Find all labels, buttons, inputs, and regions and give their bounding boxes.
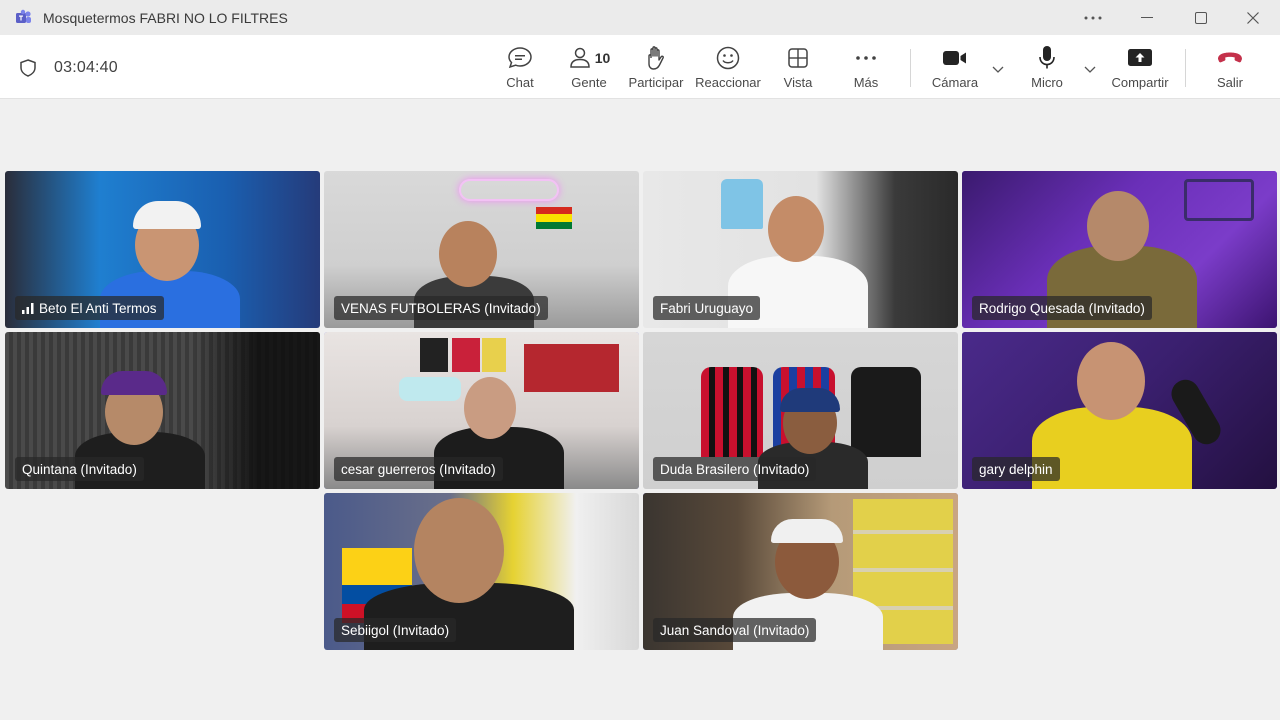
- participant-name-tag: Fabri Uruguayo: [653, 296, 761, 320]
- more-label: Más: [853, 75, 879, 90]
- participant-tile[interactable]: VENAS FUTBOLERAS (Invitado): [324, 171, 639, 328]
- participant-name-tag: gary delphin: [972, 457, 1060, 481]
- participant-tile[interactable]: Quintana (Invitado): [5, 332, 320, 489]
- participant-name-tag: cesar guerreros (Invitado): [334, 457, 503, 481]
- view-label: Vista: [783, 75, 813, 90]
- participant-tile[interactable]: Juan Sandoval (Invitado): [643, 493, 958, 650]
- framed-jersey: [452, 338, 480, 372]
- participant-tile[interactable]: Beto El Anti Termos: [5, 171, 320, 328]
- framed-jersey: [701, 367, 763, 457]
- meeting-toolbar: 03:04:40 Chat 10 Gente Participar Reacci…: [0, 35, 1280, 99]
- participant-tile[interactable]: Rodrigo Quesada (Invitado): [962, 171, 1277, 328]
- participant-name-tag: Duda Brasilero (Invitado): [653, 457, 817, 481]
- participant-name: VENAS FUTBOLERAS (Invitado): [341, 300, 541, 316]
- microphone-icon: [1039, 46, 1055, 69]
- speaking-indicator-icon: [22, 302, 34, 314]
- maximize-icon: [1195, 11, 1207, 24]
- more-options-button[interactable]: [1070, 0, 1116, 35]
- participant-tile[interactable]: Fabri Uruguayo: [643, 171, 958, 328]
- mic-button[interactable]: Micro: [1028, 45, 1066, 93]
- teams-logo-icon: [16, 9, 31, 23]
- raise-hand-button[interactable]: Participar: [626, 45, 686, 93]
- participant-name-tag: Sebiigol (Invitado): [334, 618, 457, 642]
- shield-icon: [20, 59, 36, 77]
- close-icon: [1247, 11, 1259, 24]
- participant-tile[interactable]: Sebiigol (Invitado): [324, 493, 639, 650]
- raise-hand-label: Participar: [628, 75, 684, 90]
- participant-name: Quintana (Invitado): [22, 461, 137, 477]
- video-camera-icon: [943, 51, 966, 65]
- ellipsis-icon: [1084, 16, 1102, 19]
- share-label: Compartir: [1111, 75, 1169, 90]
- framed-jersey: [420, 338, 448, 372]
- camera-label: Cámara: [931, 75, 979, 90]
- chat-label: Chat: [506, 75, 534, 90]
- toolbar-divider: [910, 49, 911, 87]
- participant-name: cesar guerreros (Invitado): [341, 461, 496, 477]
- framed-jersey: [482, 338, 506, 372]
- participant-name-tag: Quintana (Invitado): [15, 457, 144, 481]
- hand-icon: [648, 46, 664, 70]
- window-title: Mosquetermos FABRI NO LO FILTRES: [43, 10, 288, 26]
- participant-name: Fabri Uruguayo: [660, 300, 754, 316]
- people-count: 10: [594, 50, 611, 66]
- share-button[interactable]: Compartir: [1108, 45, 1172, 93]
- react-button[interactable]: Reaccionar: [694, 45, 762, 93]
- participant-name: Rodrigo Quesada (Invitado): [979, 300, 1145, 316]
- participant-name-tag: VENAS FUTBOLERAS (Invitado): [334, 296, 548, 320]
- meeting-timer: 03:04:40: [54, 59, 118, 76]
- participant-name-tag: Juan Sandoval (Invitado): [653, 618, 817, 642]
- participant-name-tag: Rodrigo Quesada (Invitado): [972, 296, 1152, 320]
- share-screen-icon: [1128, 49, 1152, 66]
- more-icon: [856, 56, 876, 60]
- hang-up-icon: [1218, 52, 1242, 63]
- participant-tile[interactable]: Duda Brasilero (Invitado): [643, 332, 958, 489]
- leave-button[interactable]: Salir: [1214, 45, 1246, 93]
- smiley-icon: [716, 46, 740, 70]
- camera-button[interactable]: Cámara: [930, 45, 980, 93]
- title-bar: Mosquetermos FABRI NO LO FILTRES: [0, 0, 1280, 35]
- participant-video: [1032, 337, 1232, 489]
- toolbar-divider-2: [1185, 49, 1186, 87]
- leave-label: Salir: [1216, 75, 1243, 90]
- participant-name: gary delphin: [979, 461, 1053, 477]
- chat-button[interactable]: Chat: [503, 45, 537, 93]
- grid-view-icon: [788, 48, 808, 68]
- mic-options-chevron-down-icon[interactable]: [1082, 61, 1098, 77]
- minimize-icon: [1141, 16, 1153, 18]
- people-label: Gente: [571, 75, 607, 90]
- participant-name-tag: Beto El Anti Termos: [15, 296, 164, 320]
- close-window-button[interactable]: [1230, 0, 1276, 35]
- minimize-button[interactable]: [1124, 0, 1170, 35]
- participant-name: Sebiigol (Invitado): [341, 622, 450, 638]
- react-label: Reaccionar: [695, 75, 761, 90]
- neon-sign: [459, 179, 559, 201]
- participant-name: Beto El Anti Termos: [39, 300, 157, 316]
- participant-tile[interactable]: cesar guerreros (Invitado): [324, 332, 639, 489]
- person-icon: [569, 47, 590, 68]
- participant-name: Juan Sandoval (Invitado): [660, 622, 810, 638]
- maximize-button[interactable]: [1178, 0, 1224, 35]
- camera-options-chevron-down-icon[interactable]: [990, 61, 1006, 77]
- view-button[interactable]: Vista: [780, 45, 816, 93]
- chat-icon: [508, 47, 532, 69]
- participant-name: Duda Brasilero (Invitado): [660, 461, 810, 477]
- people-button[interactable]: 10 Gente: [566, 45, 612, 93]
- participant-tile[interactable]: gary delphin: [962, 332, 1277, 489]
- more-button[interactable]: Más: [850, 45, 882, 93]
- mic-label: Micro: [1031, 75, 1063, 90]
